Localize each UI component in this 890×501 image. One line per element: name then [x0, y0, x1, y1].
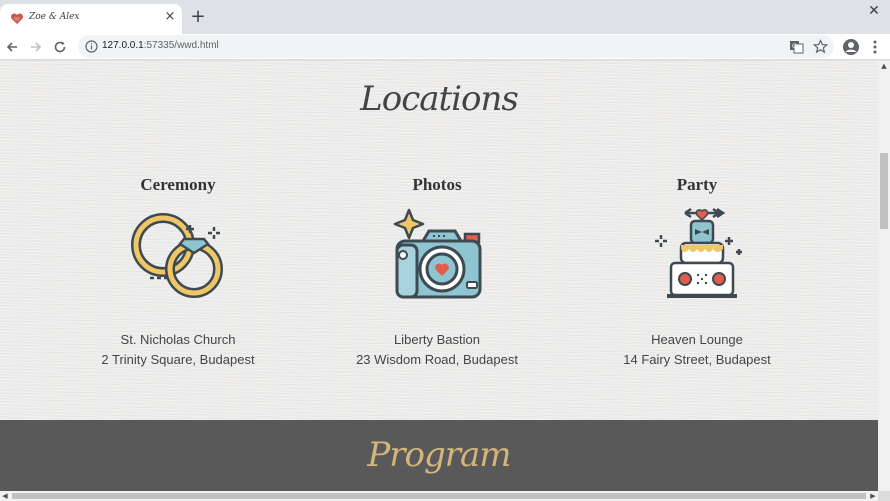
browser-tab[interactable]: Zoe & Alex ×: [0, 4, 182, 34]
url-host: 127.0.0.1: [102, 40, 144, 51]
wedding-cake-icon: [655, 207, 742, 298]
tab-strip: Zoe & Alex × + ✕: [0, 0, 890, 34]
locations-title: Locations: [360, 79, 519, 119]
site-info-icon[interactable]: [85, 40, 98, 53]
profile-avatar-icon[interactable]: [842, 38, 860, 56]
horizontal-scroll-thumb[interactable]: [12, 493, 866, 499]
location-place: St. Nicholas Church 2 Trinity Square, Bu…: [48, 330, 308, 370]
translate-icon[interactable]: G: [789, 39, 804, 54]
location-name: Heaven Lounge: [651, 332, 743, 347]
location-address: 14 Fairy Street, Budapest: [623, 352, 771, 367]
location-heading: Party: [676, 175, 718, 194]
location-heading: Ceremony: [140, 175, 216, 194]
vertical-scrollbar[interactable]: ▲: [878, 61, 890, 491]
heart-favicon-icon: [10, 13, 24, 24]
wedding-rings-icon: [131, 213, 223, 298]
scroll-right-arrow-icon[interactable]: ▶: [868, 491, 878, 501]
menu-dots-icon[interactable]: [866, 38, 884, 56]
location-name: St. Nicholas Church: [120, 332, 236, 347]
url-text[interactable]: 127.0.0.1:57335/wwd.html: [102, 40, 219, 51]
tab-close-button[interactable]: ×: [163, 10, 177, 24]
web-page: Locations Ceremony St. Nicholas Church 2…: [0, 61, 878, 491]
tab-title: Zoe & Alex: [29, 12, 80, 22]
back-arrow-icon: [6, 42, 17, 52]
location-party: Party Heaven Lounge 14 Fairy Street, Bud…: [567, 175, 827, 370]
location-place: Liberty Bastion 23 Wisdom Road, Budapest: [307, 330, 567, 370]
horizontal-scrollbar[interactable]: ◀ ▶: [0, 491, 878, 501]
scroll-up-arrow-icon[interactable]: ▲: [878, 61, 890, 71]
reload-icon: [54, 41, 66, 53]
location-ceremony: Ceremony St. Nicholas Church 2 Trinity S…: [48, 175, 308, 370]
vertical-scroll-thumb[interactable]: [880, 153, 888, 229]
location-name: Liberty Bastion: [394, 332, 480, 347]
location-address: 23 Wisdom Road, Budapest: [356, 352, 518, 367]
camera-icon: [393, 208, 482, 299]
url-path: :57335/wwd.html: [143, 40, 219, 51]
window-close-button[interactable]: ✕: [866, 3, 882, 19]
forward-arrow-icon: [31, 42, 42, 52]
scrollbar-corner: [878, 491, 890, 501]
back-button[interactable]: [2, 37, 22, 57]
location-address: 2 Trinity Square, Budapest: [101, 352, 255, 367]
bookmark-star-icon[interactable]: [813, 39, 828, 54]
svg-text:G: G: [792, 43, 797, 50]
program-section: Program: [0, 420, 878, 491]
forward-button[interactable]: [26, 37, 46, 57]
reload-button[interactable]: [50, 37, 70, 57]
address-bar[interactable]: 127.0.0.1:57335/wwd.html G: [78, 35, 834, 58]
scroll-left-arrow-icon[interactable]: ◀: [0, 491, 10, 501]
browser-toolbar: 127.0.0.1:57335/wwd.html G: [0, 34, 890, 60]
program-title: Program: [367, 435, 511, 475]
location-heading: Photos: [412, 175, 462, 194]
new-tab-button[interactable]: +: [190, 8, 206, 26]
location-photos: Photos Liberty Bastion 23 Wisdom Road, B…: [307, 175, 567, 370]
location-place: Heaven Lounge 14 Fairy Street, Budapest: [567, 330, 827, 370]
